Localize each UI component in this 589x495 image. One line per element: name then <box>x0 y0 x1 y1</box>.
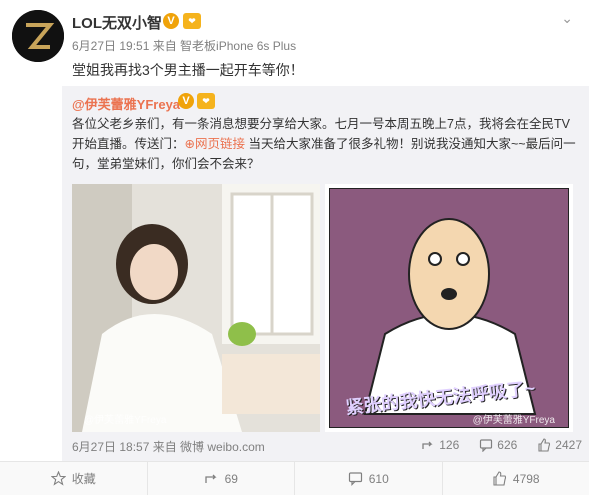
comment-icon <box>348 472 362 486</box>
repost-comment-stat[interactable]: 626 <box>479 438 517 452</box>
repost-verified-icon[interactable]: V <box>178 93 194 109</box>
comment-count: 610 <box>368 471 389 486</box>
share-icon <box>204 474 217 483</box>
repost-date[interactable]: 6月27日 18:57 来自 微博 weibo.com <box>72 438 265 455</box>
thumbs-up-icon <box>538 438 551 452</box>
comment-icon <box>480 439 493 452</box>
repost-image-photo[interactable]: @伊芙蕾雅YFreya <box>72 184 320 432</box>
action-bar: 收藏 69 610 4798 <box>0 461 589 495</box>
image-watermark: @伊芙蕾雅YFreya <box>84 415 167 426</box>
verified-icon[interactable]: V <box>163 13 179 29</box>
photo-illustration <box>72 184 320 432</box>
like-count: 4798 <box>512 471 540 486</box>
repost-image-meme[interactable]: @伊芙蕾雅YFreya 紧张的我快无法呼吸了~ <box>325 184 573 432</box>
chevron-down-icon[interactable]: ⌄ <box>561 10 573 27</box>
post-meta[interactable]: 6月27日 19:51 来自 智老板iPhone 6s Plus <box>72 37 296 54</box>
repost-like-count: 2427 <box>555 438 582 452</box>
repost-share-stat[interactable]: 126 <box>421 438 459 452</box>
meme-watermark: @伊芙蕾雅YFreya <box>472 415 555 426</box>
repost-button[interactable]: 69 <box>146 462 295 495</box>
author-name[interactable]: LOL无双小智 <box>72 12 162 33</box>
post-text: 堂姐我再找3个男主播一起开车等你！ <box>72 62 304 78</box>
repost-author[interactable]: @伊芙蕾雅YFreya <box>72 94 180 113</box>
star-icon <box>50 471 66 486</box>
repost-comment-count: 626 <box>497 438 518 452</box>
repost-like-stat[interactable]: 2427 <box>537 438 582 452</box>
comment-button[interactable]: 610 <box>294 462 442 495</box>
like-button[interactable]: 4798 <box>441 462 589 495</box>
thumbs-up-icon <box>493 471 506 486</box>
collect-label: 收藏 <box>71 472 96 486</box>
repost-count: 69 <box>224 471 238 486</box>
repost-vip-icon[interactable]: ❤ <box>197 93 215 109</box>
repost-share-count: 126 <box>439 438 460 452</box>
repost-box: @伊芙蕾雅YFreya V ❤ 各位父老乡亲们，有一条消息想要分享给大家。七月一… <box>62 86 589 461</box>
share-icon <box>422 441 433 449</box>
collect-button[interactable]: 收藏 <box>0 462 147 495</box>
web-link[interactable]: 网页链接 <box>195 137 245 151</box>
vip-icon[interactable]: ❤ <box>183 13 201 29</box>
link-icon[interactable]: ⊕ <box>185 137 195 151</box>
avatar-z-logo-icon <box>12 10 64 62</box>
author-avatar[interactable] <box>12 10 64 62</box>
repost-text: 各位父老乡亲们，有一条消息想要分享给大家。七月一号本周五晚上7点，我将会在全民T… <box>72 114 582 174</box>
